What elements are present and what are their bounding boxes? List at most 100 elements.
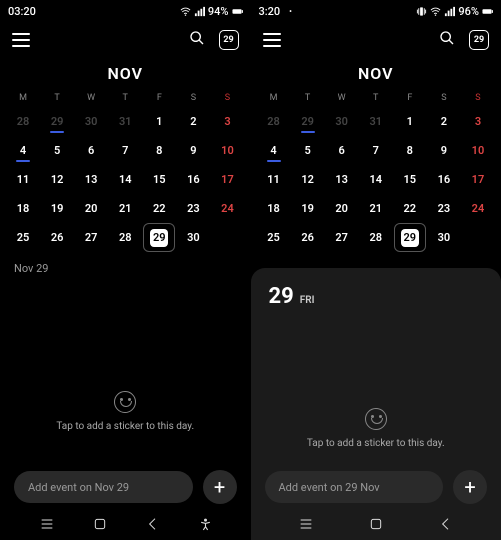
calendar-day[interactable]: 9 [176,136,210,165]
calendar-day[interactable]: 2 [427,107,461,136]
weekday-label: F [142,93,176,103]
calendar-day[interactable]: 13 [74,165,108,194]
calendar-day[interactable]: 6 [325,136,359,165]
calendar-grid: MTWTFSS 28293031123456789101112131415161… [0,93,251,252]
calendar-day[interactable]: 12 [291,165,325,194]
calendar-day[interactable]: 19 [291,194,325,223]
calendar-day[interactable] [461,223,495,252]
calendar-day[interactable]: 7 [108,136,142,165]
calendar-day[interactable]: 28 [257,107,291,136]
calendar-day[interactable]: 21 [108,194,142,223]
calendar-day[interactable]: 23 [427,194,461,223]
nav-accessibility[interactable] [199,518,212,531]
today-button[interactable]: 29 [219,30,239,50]
today-button[interactable]: 29 [469,30,489,50]
calendar-day[interactable]: 26 [40,223,74,252]
calendar-day[interactable]: 20 [74,194,108,223]
calendar-day[interactable]: 27 [325,223,359,252]
status-time: 03:20 [8,5,36,18]
nav-home[interactable] [92,516,108,532]
calendar-day[interactable]: 15 [393,165,427,194]
calendar-day[interactable]: 9 [427,136,461,165]
calendar-day[interactable]: 30 [176,223,210,252]
calendar-day[interactable]: 3 [461,107,495,136]
nav-recents[interactable] [39,516,55,532]
calendar-day[interactable]: 28 [359,223,393,252]
calendar-day[interactable]: 16 [176,165,210,194]
calendar-day[interactable]: 3 [210,107,244,136]
fab-add[interactable]: + [453,470,487,504]
menu-button[interactable] [12,33,30,47]
weekday-label: S [461,93,495,103]
weekday-label: W [74,93,108,103]
calendar-day[interactable]: 30 [427,223,461,252]
calendar-day[interactable]: 29 [40,107,74,136]
calendar-day[interactable]: 11 [6,165,40,194]
calendar-day[interactable]: 29 [394,223,426,252]
menu-button[interactable] [263,33,281,47]
calendar-day[interactable]: 19 [40,194,74,223]
nav-recents[interactable] [298,516,314,532]
calendar-day[interactable]: 13 [325,165,359,194]
calendar-day[interactable]: 27 [74,223,108,252]
calendar-day[interactable]: 12 [40,165,74,194]
calendar-day[interactable]: 23 [176,194,210,223]
search-button[interactable] [439,30,455,50]
weekday-label: F [393,93,427,103]
calendar-day[interactable]: 30 [325,107,359,136]
calendar-day[interactable]: 4 [257,136,291,165]
calendar-day[interactable]: 16 [427,165,461,194]
calendar-day[interactable]: 17 [461,165,495,194]
add-event-button[interactable]: Add event on Nov 29 [14,471,193,503]
calendar-day[interactable]: 24 [210,194,244,223]
calendar-day[interactable]: 18 [6,194,40,223]
calendar-day[interactable]: 8 [393,136,427,165]
calendar-day[interactable]: 20 [325,194,359,223]
panel-date-header: Nov 29 [14,262,237,283]
nav-home[interactable] [368,516,384,532]
calendar-day[interactable]: 8 [142,136,176,165]
calendar-day[interactable]: 5 [40,136,74,165]
calendar-day[interactable]: 25 [257,223,291,252]
calendar-day[interactable]: 14 [359,165,393,194]
sticker-area[interactable]: Tap to add a sticker to this day. [265,317,488,540]
calendar-day[interactable]: 10 [210,136,244,165]
calendar-day[interactable]: 25 [6,223,40,252]
calendar-day[interactable]: 1 [393,107,427,136]
search-button[interactable] [189,30,205,50]
calendar-day[interactable]: 18 [257,194,291,223]
calendar-day[interactable]: 28 [108,223,142,252]
wifi-icon [180,6,191,17]
nav-back[interactable] [438,516,454,532]
calendar-day[interactable]: 22 [393,194,427,223]
calendar-day[interactable]: 21 [359,194,393,223]
calendar-day[interactable]: 14 [108,165,142,194]
calendar-day[interactable]: 15 [142,165,176,194]
nav-back[interactable] [145,516,161,532]
calendar-day[interactable]: 2 [176,107,210,136]
calendar-day[interactable]: 6 [74,136,108,165]
calendar-day[interactable]: 26 [291,223,325,252]
calendar-day[interactable]: 11 [257,165,291,194]
panel-day-number: 29 [269,284,294,309]
weeks: 2829303112345678910111213141516171819202… [257,107,496,252]
calendar-day[interactable]: 1 [142,107,176,136]
calendar-day[interactable]: 5 [291,136,325,165]
calendar-day[interactable]: 4 [6,136,40,165]
calendar-day[interactable]: 31 [108,107,142,136]
nav-bar [0,508,251,540]
calendar-day[interactable]: 28 [6,107,40,136]
fab-add[interactable]: + [203,470,237,504]
calendar-day[interactable]: 30 [74,107,108,136]
calendar-day[interactable]: 7 [359,136,393,165]
calendar-day[interactable]: 29 [143,223,175,252]
calendar-day[interactable]: 29 [291,107,325,136]
calendar-day[interactable]: 10 [461,136,495,165]
calendar-day[interactable]: 31 [359,107,393,136]
calendar-day[interactable]: 24 [461,194,495,223]
add-event-button[interactable]: Add event on 29 Nov [265,471,444,503]
calendar-day[interactable] [210,223,244,252]
calendar-day[interactable]: 17 [210,165,244,194]
calendar-day[interactable]: 22 [142,194,176,223]
weekday-label: W [325,93,359,103]
